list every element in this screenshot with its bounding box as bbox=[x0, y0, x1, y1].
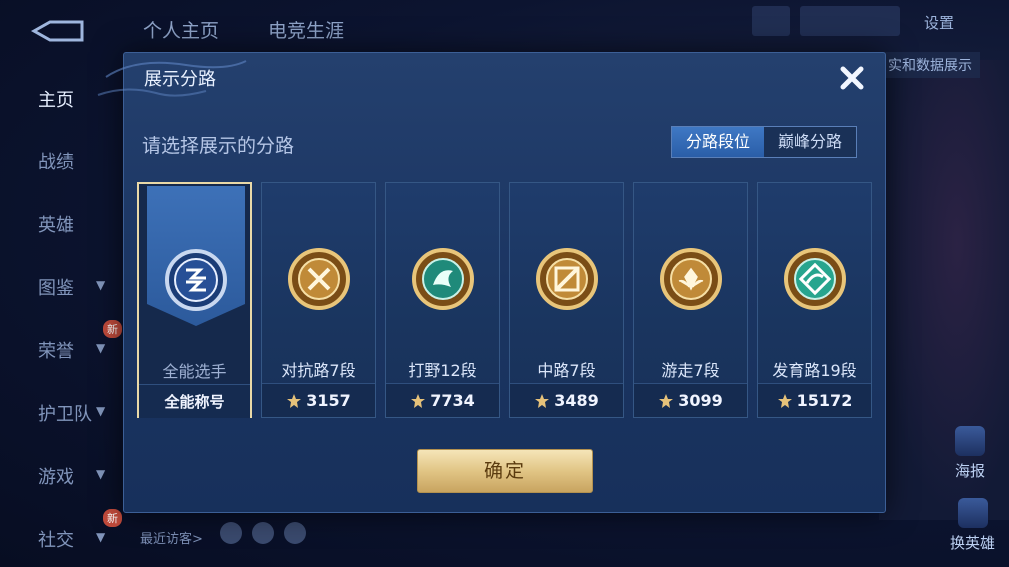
lane-name: 中路7段 bbox=[537, 361, 596, 380]
farm-lane-emblem-icon bbox=[784, 248, 846, 310]
sidebar-item-guard-team[interactable]: 护卫队 bbox=[38, 400, 92, 426]
select-lane-prompt: 请选择展示的分路 bbox=[142, 135, 295, 157]
lane-card-farm[interactable]: 发育路19段 15172 bbox=[757, 182, 872, 418]
chevron-down-icon: ▼ bbox=[96, 404, 106, 418]
lane-score-row: 3099 bbox=[634, 383, 747, 417]
back-arrow-icon[interactable] bbox=[30, 18, 86, 44]
data-display-notice: 实和数据展示 bbox=[880, 52, 980, 78]
new-badge: 新 bbox=[103, 320, 122, 338]
settings-button[interactable]: 设置 bbox=[924, 12, 954, 33]
chevron-down-icon: ▼ bbox=[96, 341, 106, 355]
visitor-avatar[interactable] bbox=[284, 522, 306, 544]
sidebar-item-heroes[interactable]: 英雄 bbox=[38, 211, 74, 237]
chevron-down-icon: ▼ bbox=[96, 278, 106, 292]
lane-score-row: 3157 bbox=[262, 383, 375, 417]
sidebar-item-home[interactable]: 主页 bbox=[38, 86, 74, 112]
visitor-avatar[interactable] bbox=[220, 522, 242, 544]
lane-title-row: 全能称号 bbox=[139, 384, 250, 418]
lane-card-all-round[interactable]: 全能选手 全能称号 bbox=[137, 182, 252, 418]
lane-score-row: 15172 bbox=[758, 383, 871, 417]
modal-title: 展示分路 bbox=[144, 69, 216, 90]
tab-esports-career[interactable]: 电竞生涯 bbox=[268, 16, 344, 43]
lane-score: 3489 bbox=[554, 391, 599, 410]
peak-score-icon bbox=[411, 393, 426, 408]
sidebar-item-games[interactable]: 游戏 bbox=[38, 463, 74, 489]
sidebar-item-collection[interactable]: 图鉴 bbox=[38, 274, 74, 300]
sidebar-item-honor[interactable]: 荣誉 bbox=[38, 337, 74, 363]
lane-name: 游走7段 bbox=[661, 361, 720, 380]
peak-score-icon bbox=[659, 393, 674, 408]
change-hero-button[interactable]: 换英雄 bbox=[950, 498, 995, 553]
poster-label: 海报 bbox=[955, 462, 986, 480]
lane-score: 7734 bbox=[430, 391, 475, 410]
lane-card-clash[interactable]: 对抗路7段 3157 bbox=[261, 182, 376, 418]
vip-badge[interactable] bbox=[800, 6, 900, 36]
lane-display-modal: 展示分路 请选择展示的分路 分路段位 巅峰分路 全能选手 全能称号 对抗路7段 … bbox=[97, 52, 886, 513]
lane-score-row: 3489 bbox=[510, 383, 623, 417]
tab-lane-rank[interactable]: 分路段位 bbox=[672, 127, 764, 157]
visitor-avatar[interactable] bbox=[252, 522, 274, 544]
roam-emblem-icon bbox=[660, 248, 722, 310]
hero-art-background bbox=[879, 60, 1009, 520]
change-hero-icon bbox=[957, 498, 988, 528]
jungle-emblem-icon bbox=[412, 248, 474, 310]
chevron-down-icon: ▼ bbox=[96, 530, 106, 544]
lane-type-switch: 分路段位 巅峰分路 bbox=[671, 126, 857, 158]
lane-card-roam[interactable]: 游走7段 3099 bbox=[633, 182, 748, 418]
lane-card-jungle[interactable]: 打野12段 7734 bbox=[385, 182, 500, 418]
lane-card-mid[interactable]: 中路7段 3489 bbox=[509, 182, 624, 418]
peak-score-icon bbox=[777, 393, 792, 408]
all-round-title: 全能称号 bbox=[164, 393, 225, 411]
lane-score: 15172 bbox=[796, 391, 853, 410]
lane-name: 打野12段 bbox=[408, 361, 477, 380]
lane-score-row: 7734 bbox=[386, 383, 499, 417]
change-hero-label: 换英雄 bbox=[950, 534, 996, 552]
chevron-down-icon: ▼ bbox=[96, 467, 106, 481]
avatar[interactable] bbox=[752, 6, 790, 36]
lane-name: 对抗路7段 bbox=[281, 361, 356, 380]
poster-button[interactable]: 海报 bbox=[955, 426, 985, 481]
tab-personal-home[interactable]: 个人主页 bbox=[143, 16, 219, 43]
mid-lane-emblem-icon bbox=[536, 248, 598, 310]
lane-name: 全能选手 bbox=[162, 362, 227, 381]
poster-icon bbox=[955, 426, 985, 456]
sidebar-item-record[interactable]: 战绩 bbox=[38, 148, 74, 174]
lane-name: 发育路19段 bbox=[772, 361, 857, 380]
clash-lane-emblem-icon bbox=[288, 248, 350, 310]
recent-visitor-avatars bbox=[220, 522, 306, 544]
sidebar-item-social[interactable]: 社交 bbox=[38, 526, 74, 552]
peak-score-icon bbox=[535, 393, 550, 408]
recent-visitors-link[interactable]: 最近访客> bbox=[140, 528, 203, 547]
all-round-emblem-icon bbox=[165, 249, 227, 311]
new-badge: 新 bbox=[103, 509, 122, 527]
confirm-button[interactable]: 确定 bbox=[417, 449, 593, 493]
peak-score-icon bbox=[287, 393, 302, 408]
lane-score: 3099 bbox=[678, 391, 723, 410]
lane-score: 3157 bbox=[306, 391, 351, 410]
close-icon[interactable] bbox=[837, 63, 867, 93]
tab-peak-lane[interactable]: 巅峰分路 bbox=[764, 127, 856, 157]
